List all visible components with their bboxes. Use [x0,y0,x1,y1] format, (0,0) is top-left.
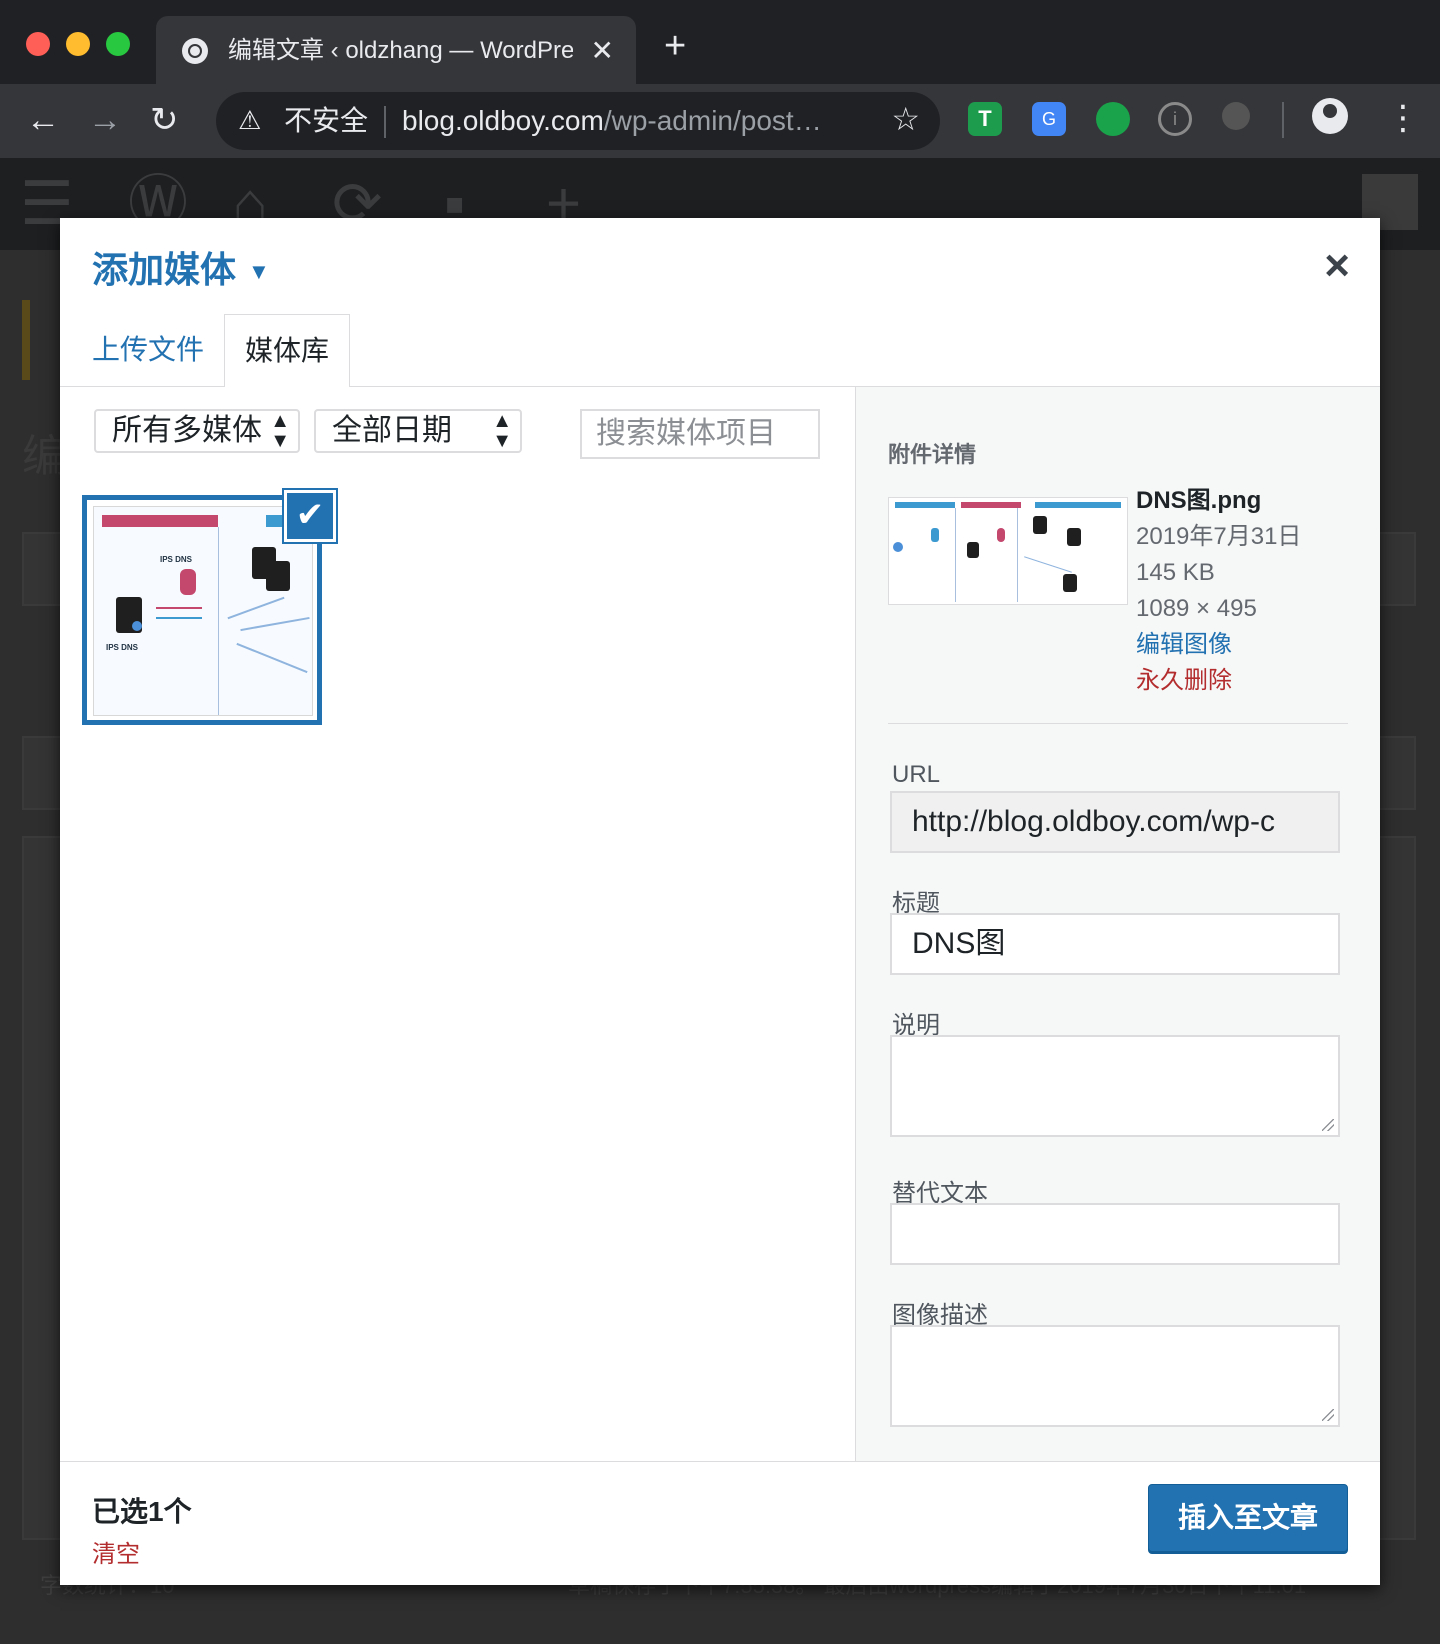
menu-kebab-icon[interactable]: ⋮ [1386,98,1420,138]
upload-date: 2019年7月31日 [1136,523,1302,550]
date-filter[interactable]: 全部日期 ▲ ▼ [314,409,522,453]
tab-strip: 编辑文章 ‹ oldzhang — WordPress ✕ + [0,0,1440,84]
minimize-window-button[interactable] [66,32,90,56]
maximize-window-button[interactable] [106,32,130,56]
security-label[interactable]: 不安全 [284,104,368,138]
close-window-button[interactable] [26,32,50,56]
diagram-divider [1017,508,1018,602]
diagram-header-bar [961,502,1021,508]
arrow-line [156,607,202,609]
device-icon [931,528,939,542]
google-translate-icon[interactable]: G [1032,102,1066,136]
caret-down-icon: ▼ [248,259,270,285]
tab-title: 编辑文章 ‹ oldzhang — WordPress [228,37,573,64]
select-arrows-icon: ▲ ▼ [492,410,512,452]
details-thumbnail [888,497,1128,605]
filename: DNS图.png [1136,487,1262,514]
diagram-label: IPS DNS [106,643,139,652]
globe-icon [182,38,208,64]
clear-selection-link[interactable]: 清空 [92,1534,140,1569]
info-extension-icon[interactable]: i [1158,102,1192,136]
forward-arrow-icon[interactable]: → [88,100,122,140]
file-size: 145 KB [1136,559,1215,586]
evernote-icon[interactable] [1096,102,1130,136]
url-host: blog.oldboy.com [402,105,604,136]
database-icon [997,528,1005,542]
select-arrows-icon: ▲ ▼ [270,410,290,452]
key-extension-icon[interactable] [1222,102,1250,130]
diagram-header-bar [102,515,218,527]
url-path: /wp-admin/post… [603,105,822,136]
back-arrow-icon[interactable]: ← [26,100,60,140]
url-text[interactable]: blog.oldboy.com/wp-admin/post… [402,104,822,138]
media-router: 上传文件 媒体库 [60,314,1380,388]
server-icon [266,561,290,591]
attachment-details-sidebar: 附件详情 DNS图.png 2019年7月31日 145 KB 1089 × 4… [855,387,1380,1461]
attachment-info: DNS图.png 2019年7月31日 145 KB 1089 × 495 编辑… [1136,483,1301,699]
browser-window: 编辑文章 ‹ oldzhang — WordPress ✕ + ← → ↻ ⚠ … [0,0,1440,1644]
insert-into-post-button[interactable]: 插入至文章 [1148,1484,1348,1552]
notice-accent [22,300,30,380]
date-filter-value: 全部日期 [332,414,452,447]
address-bar[interactable]: ⚠ 不安全 blog.oldboy.com/wp-admin/post… ☆ [216,92,940,150]
globe-icon [893,542,903,552]
delete-permanently-link[interactable]: 永久删除 [1136,663,1301,699]
caption-textarea[interactable] [890,1035,1340,1137]
globe-icon [132,621,142,631]
toolbar-divider [1282,102,1284,138]
arrow-line [227,596,285,620]
divider [384,106,386,138]
reload-icon[interactable]: ↻ [150,100,179,140]
arrow-line [240,616,310,632]
tab-upload-files[interactable]: 上传文件 [72,314,224,386]
bookmark-star-icon[interactable]: ☆ [891,100,920,138]
browser-toolbar: ← → ↻ ⚠ 不安全 blog.oldboy.com/wp-admin/pos… [0,84,1440,158]
profile-avatar-icon[interactable] [1312,98,1348,134]
divider [888,723,1348,724]
arrow-line [1024,556,1072,573]
checkmark-icon[interactable]: ✔ [284,490,336,542]
edit-image-link[interactable]: 编辑图像 [1136,627,1301,663]
media-toolbar: 已选1个 清空 插入至文章 [60,1461,1380,1585]
dns-diagram-thumbnail: IPS DNS IPS DNS [93,506,313,716]
server-icon [1067,528,1081,546]
alt-text-field[interactable] [890,1203,1340,1265]
add-media-modal: 添加媒体 ▼ × 上传文件 媒体库 所有多媒体 ▲ ▼ 全部日期 ▲ ▼ 搜索媒体项目 [60,218,1380,1585]
browser-tab[interactable]: 编辑文章 ‹ oldzhang — WordPress ✕ [156,16,636,84]
close-icon[interactable]: × [1324,242,1350,290]
media-frame-content: 所有多媒体 ▲ ▼ 全部日期 ▲ ▼ 搜索媒体项目 IPS DNS IPS DN… [60,387,1380,1461]
server-icon [967,542,979,558]
diagram-header-bar [895,502,955,508]
attachments-browser: 所有多媒体 ▲ ▼ 全部日期 ▲ ▼ 搜索媒体项目 IPS DNS IPS DN… [60,387,855,1461]
database-icon [180,569,196,595]
description-textarea[interactable] [890,1325,1340,1427]
diagram-label: IPS DNS [160,555,193,564]
attachment-thumbnail-selected[interactable]: IPS DNS IPS DNS ✔ [82,490,336,725]
server-icon [1033,516,1047,534]
modal-title-text: 添加媒体 [92,249,237,290]
arrow-line [156,617,202,619]
media-type-value: 所有多媒体 [112,414,262,447]
modal-title[interactable]: 添加媒体 ▼ [92,248,270,294]
tab-media-library[interactable]: 媒体库 [224,314,351,388]
media-type-filter[interactable]: 所有多媒体 ▲ ▼ [94,409,300,453]
title-field[interactable]: DNS图 [890,913,1340,975]
diagram-header-bar [1035,502,1121,508]
selection-count: 已选1个 [92,1496,192,1527]
diagram-divider [218,527,219,715]
search-media-input[interactable]: 搜索媒体项目 [580,409,820,459]
server-icon [1063,574,1077,592]
url-label: URL [892,761,941,788]
tab-close-icon[interactable]: ✕ [591,36,614,66]
details-heading: 附件详情 [888,442,977,467]
diagram-divider [955,508,956,602]
dimensions: 1089 × 495 [1136,595,1257,622]
new-tab-button[interactable]: + [664,26,686,66]
arrow-line [236,642,308,674]
warning-icon: ⚠ [238,105,262,135]
toolbox-extension-icon[interactable]: T [968,102,1002,136]
url-field[interactable]: http://blog.oldboy.com/wp-c [890,791,1340,853]
